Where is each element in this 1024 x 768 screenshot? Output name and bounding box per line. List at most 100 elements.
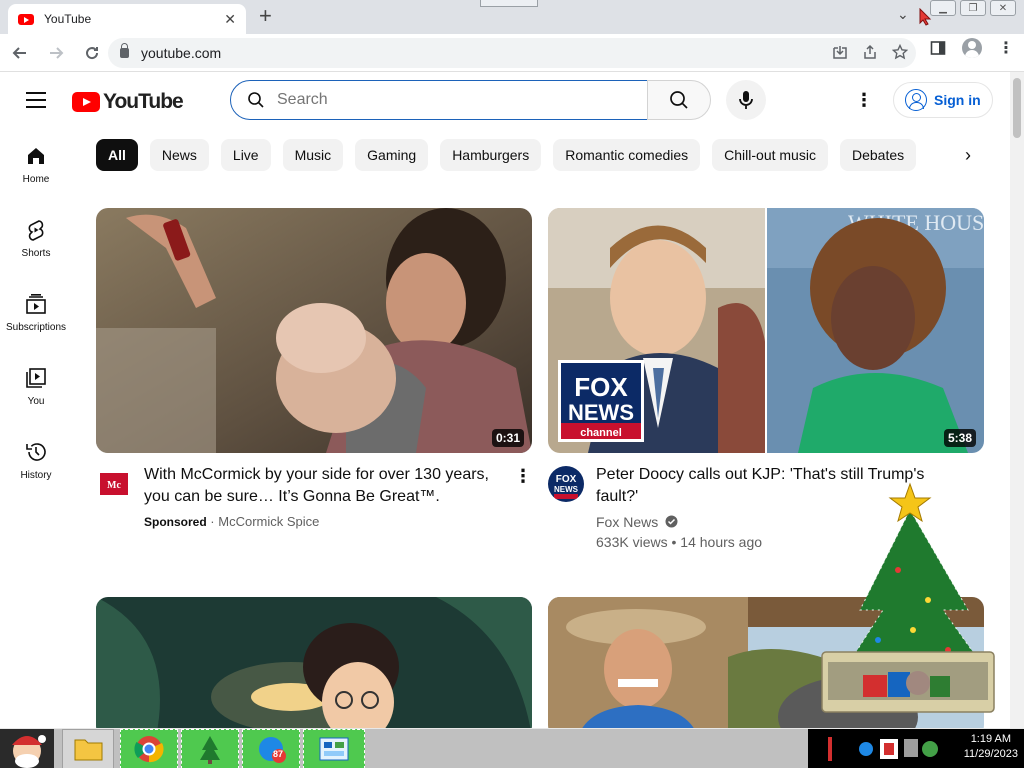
fox-logo-line2: NEWS [568,400,634,425]
taskbar-chrome[interactable] [120,729,178,768]
christmas-tree-widget [821,482,995,713]
share-icon[interactable] [862,44,878,60]
video-duration: 5:38 [943,429,976,447]
install-app-icon[interactable] [832,44,848,60]
new-tab-button[interactable]: + [259,5,272,27]
channel-row: Fox News [596,512,678,532]
browser-tab-youtube[interactable]: YouTube ✕ [8,4,246,34]
search-button[interactable] [647,80,711,120]
browser-toolbar: youtube.com [0,34,1024,72]
chips-next-chevron-icon[interactable]: › [965,145,971,166]
home-icon [28,148,44,164]
side-panel-icon[interactable] [930,40,946,56]
channel-avatar-mccormick[interactable]: Mc [96,466,132,502]
window-drag-handle[interactable] [480,0,538,7]
start-button[interactable] [0,729,54,768]
thumbnail-image: WHITE HOUSE FOX NEWS channel [548,208,984,453]
nav-home[interactable]: Home [0,128,72,202]
chip-news[interactable]: News [149,139,209,171]
meta-separator: • [671,534,681,550]
forward-arrow-icon [50,46,64,59]
view-count: 633K views [596,534,668,550]
lock-icon [120,43,129,58]
nav-history[interactable]: History [0,424,72,498]
taskbar-clock[interactable]: 1:19 AM 11/29/2023 [964,732,1018,762]
video-thumbnail[interactable]: 0:31 [96,208,532,453]
microphone-icon [739,91,753,109]
thumbnail-image [96,208,532,453]
address-bar-url: youtube.com [141,45,222,61]
browser-tabstrip: YouTube ✕ + ⌄ ▁ ❐ ✕ [0,0,1024,34]
clock-date: 11/29/2023 [963,748,1018,760]
account-circle-icon [905,89,927,111]
nav-shorts[interactable]: Shorts [0,202,72,276]
settings-more-icon[interactable]: ⋮ [852,88,876,112]
video-stats: 633K views • 14 hours ago [596,532,762,552]
taskbar-file-explorer[interactable] [62,729,114,768]
video-thumbnail[interactable]: WHITE HOUSE FOX NEWS channel 5:38 [548,208,984,453]
fox-logo-line3: channel [580,427,622,439]
channel-name[interactable]: Fox News [596,514,658,530]
bookmark-star-icon[interactable] [892,44,908,60]
back-button[interactable] [4,37,36,69]
chip-hamburgers[interactable]: Hamburgers [440,139,542,171]
chip-romantic-comedies[interactable]: Romantic comedies [553,139,701,171]
taskbar-mail[interactable]: 87 [242,729,300,768]
address-bar[interactable]: youtube.com [108,38,916,68]
chip-all[interactable]: All [96,139,138,171]
verified-check-icon [665,515,678,528]
search-input[interactable] [277,91,607,109]
voice-search-button[interactable] [726,80,766,120]
minimize-window-icon[interactable]: ▁ [930,0,956,16]
video-menu-icon[interactable]: ⋮ [513,466,533,487]
tree-icon [200,736,220,764]
subscriptions-icon [26,294,46,314]
youtube-logo-text: YouTube [103,90,184,113]
browser-menu-icon[interactable]: ⋮ [998,38,1014,58]
system-tray: 1:19 AM 11/29/2023 [808,729,1024,768]
close-tab-icon[interactable]: ✕ [224,11,236,28]
nav-history-label: History [20,470,52,481]
santa-start-icon [12,735,46,768]
video-meta: Sponsored · McCormick Spice [144,512,319,532]
nav-subscriptions[interactable]: Subscriptions [0,276,72,350]
chip-gaming[interactable]: Gaming [355,139,429,171]
scrollbar-thumb[interactable] [1013,78,1021,138]
guide-menu-icon[interactable] [26,92,46,108]
tab-title: YouTube [44,12,92,26]
profile-avatar-icon[interactable] [962,38,982,58]
control-panel-icon [319,737,349,761]
channel-name[interactable]: McCormick Spice [218,514,319,529]
close-window-icon[interactable]: ✕ [990,0,1016,16]
clock-time: 1:19 AM [970,733,1012,745]
fox-avatar-line1: FOX [556,474,577,485]
filter-chips-bar: All News Live Music Gaming Hamburgers Ro… [96,139,936,171]
video-thumbnail[interactable] [96,597,532,737]
channel-avatar-fox-news[interactable]: FOX NEWS [548,466,584,502]
screen: YouTube ✕ + ⌄ ▁ ❐ ✕ youtube.com ⋮ YouTub… [0,0,1024,768]
reload-button[interactable] [76,37,108,69]
tab-search-chevron-icon[interactable]: ⌄ [897,6,909,23]
video-title[interactable]: With McCormick by your side for over 130… [144,464,504,508]
restore-window-icon[interactable]: ❐ [960,0,986,16]
sign-in-button[interactable]: Sign in [893,82,993,118]
forward-button[interactable] [40,37,72,69]
youtube-logo[interactable]: YouTube [72,90,184,114]
chip-debates[interactable]: Debates [839,139,917,171]
nav-you[interactable]: You [0,350,72,424]
chip-live[interactable]: Live [220,139,271,171]
chip-chill-out-music[interactable]: Chill-out music [712,139,828,171]
chip-music[interactable]: Music [282,139,344,171]
nav-home-label: Home [22,174,50,185]
mail-badge-count: 87 [273,749,284,759]
you-library-icon [26,368,46,388]
mccormick-logo-icon: Mc [100,473,128,495]
nav-you-label: You [27,396,45,407]
shorts-icon [28,220,44,241]
search-icon [248,92,264,108]
taskbar-xmas-tree[interactable] [181,729,239,768]
tray-icons [828,737,938,761]
sign-in-label: Sign in [934,92,981,108]
taskbar-control-panel[interactable] [303,729,365,768]
thumbnail-image [96,597,532,737]
